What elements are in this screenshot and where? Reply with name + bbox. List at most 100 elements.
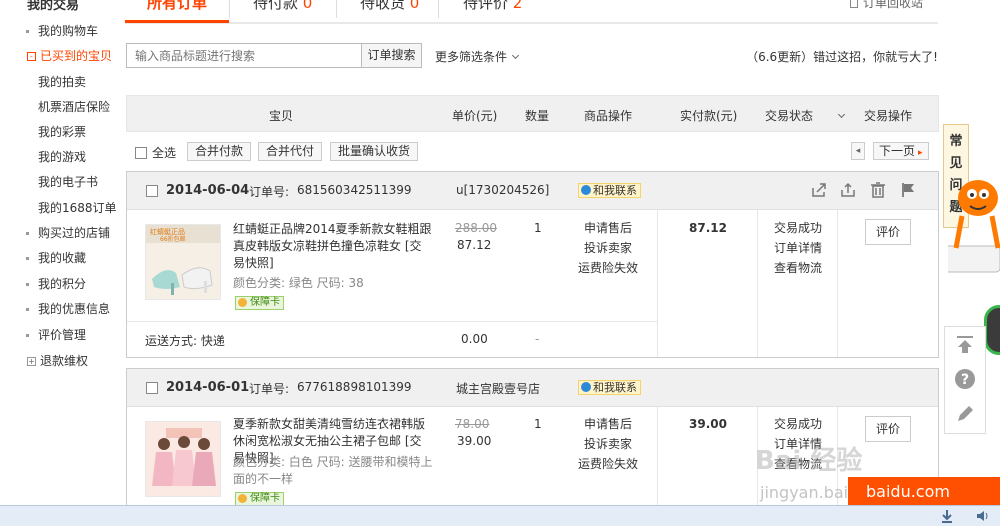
sidebar-item-label: 评价管理 <box>38 328 87 342</box>
sidebar-item-games[interactable]: 我的游戏 <box>38 148 86 165</box>
review-button[interactable]: 评价 <box>865 219 911 245</box>
tab-divider <box>229 0 230 18</box>
edit-feedback-icon[interactable] <box>953 402 977 426</box>
freight-insurance-link[interactable]: 运费险失效 <box>578 454 638 474</box>
update-notice-link[interactable]: （6.6更新）错过这招，你就亏大了! <box>746 48 938 65</box>
sidebar-item-auction[interactable]: 我的拍卖 <box>38 73 86 90</box>
order-card: 2014-06-04 订单号: 681560342511399 u[173020… <box>126 171 939 358</box>
sidebar-item-label: 我的优惠信息 <box>38 302 111 316</box>
logistics-link[interactable]: 查看物流 <box>774 258 822 278</box>
order-date: 2014-06-01 <box>166 380 250 395</box>
sidebar-item-label: 已买到的宝贝 <box>40 49 113 63</box>
order-search-input[interactable] <box>126 43 362 68</box>
tab-pending-receipt[interactable]: 待收货 0 <box>360 0 419 13</box>
divider <box>127 321 657 322</box>
product-image[interactable]: 红蜻蜓正品 66折包邮 <box>145 224 221 300</box>
sidebar-item-1688[interactable]: 我的1688订单 <box>38 199 117 216</box>
status-text: 交易成功 <box>774 221 823 235</box>
mascot-icon[interactable] <box>943 168 1000 276</box>
unit-price: 39.00 <box>457 434 492 448</box>
pager-prev-button[interactable]: ◂ <box>851 142 865 160</box>
quantity: 1 <box>534 221 542 235</box>
sidebar: 我的交易 我的购物车 - 已买到的宝贝 我的拍卖 机票酒店保险 我的彩票 我的游戏… <box>0 0 118 526</box>
merge-proxy-pay-button[interactable]: 合并代付 <box>258 142 323 161</box>
review-button[interactable]: 评价 <box>865 416 911 442</box>
order-number: 677618898101399 <box>297 380 412 394</box>
product-image[interactable] <box>145 421 221 497</box>
col-actions: 交易操作 <box>864 109 913 123</box>
sidebar-item-label: 退款维权 <box>40 354 89 368</box>
bullet-icon <box>26 232 29 235</box>
col-paid: 实付款(元) <box>680 109 738 123</box>
tab-count: 0 <box>302 0 313 12</box>
sidebar-title: 我的交易 <box>27 0 80 13</box>
speaker-icon[interactable] <box>976 509 990 523</box>
order-status: 交易成功 订单详情 查看物流 <box>774 218 822 278</box>
recycle-bin-link[interactable]: 订单回收站 <box>849 0 923 11</box>
download-arrow-icon[interactable] <box>940 509 954 523</box>
sidebar-item-label: 我的彩票 <box>38 125 87 139</box>
delete-icon[interactable] <box>870 182 886 198</box>
bullet-icon <box>26 334 29 337</box>
pager-next-button[interactable]: 下一页 ▸ <box>873 142 929 160</box>
order-checkbox[interactable] <box>146 382 158 394</box>
more-filters-toggle[interactable]: 更多筛选条件 <box>435 48 520 65</box>
bullet-icon <box>26 30 29 33</box>
chevron-down-icon <box>837 110 846 119</box>
freight-insurance-link[interactable]: 运费险失效 <box>578 258 638 278</box>
sidebar-item-favorites[interactable]: 我的收藏 <box>26 249 86 266</box>
sidebar-item-lottery[interactable]: 我的彩票 <box>38 123 86 140</box>
shipping-method: 运送方式: 快递 <box>145 334 225 348</box>
sidebar-item-refunds[interactable]: + 退款维权 <box>27 352 88 369</box>
guarantee-badge[interactable]: 保障卡 <box>235 296 284 310</box>
back-to-top-icon[interactable] <box>953 332 977 356</box>
expand-icon[interactable]: + <box>27 357 36 366</box>
flag-icon[interactable] <box>900 182 916 198</box>
export-icon[interactable] <box>840 182 856 198</box>
contact-seller-button[interactable]: 和我联系 <box>578 183 641 198</box>
order-date: 2014-06-04 <box>166 183 250 198</box>
sidebar-item-reviews[interactable]: 评价管理 <box>26 326 87 343</box>
merge-pay-button[interactable]: 合并付款 <box>187 142 252 161</box>
unit-price: 87.12 <box>457 238 492 252</box>
sidebar-item-points[interactable]: 我的积分 <box>26 275 86 292</box>
order-number: 681560342511399 <box>297 183 412 197</box>
sidebar-item-ebooks[interactable]: 我的电子书 <box>38 173 98 190</box>
contact-seller-button[interactable]: 和我联系 <box>578 380 641 395</box>
complain-link[interactable]: 投诉卖家 <box>578 434 638 454</box>
product-title-link[interactable]: 红蜻蜓正品牌2014夏季新款女鞋粗跟真皮韩版女凉鞋拼色撞色凉鞋女 [交易快照] <box>233 221 433 272</box>
tab-divider <box>336 0 337 18</box>
order-header: 2014-06-01 订单号: 677618898101399 城主宫殿壹号店 … <box>127 369 938 407</box>
sidebar-item-label: 我的电子书 <box>38 175 99 189</box>
tab-pending-review[interactable]: 待评价 2 <box>463 0 522 13</box>
shop-name-link[interactable]: 城主宫殿壹号店 <box>456 380 540 397</box>
select-all-checkbox[interactable] <box>135 146 147 159</box>
amount-paid: 87.12 <box>689 221 727 235</box>
share-icon[interactable] <box>811 182 827 198</box>
after-sale-link[interactable]: 申请售后 <box>578 218 638 238</box>
collapse-icon[interactable]: - <box>27 52 36 61</box>
select-all[interactable]: 全选 <box>135 144 176 161</box>
guarantee-badge[interactable]: 保障卡 <box>235 492 284 506</box>
float-toolbar: ? <box>944 326 986 434</box>
tab-all-orders[interactable]: 所有订单 <box>147 0 207 13</box>
tab-pending-payment[interactable]: 待付款 0 <box>253 0 312 13</box>
sidebar-item-travel[interactable]: 机票酒店保险 <box>38 98 110 115</box>
sidebar-item-bought[interactable]: - 已买到的宝贝 <box>27 47 112 64</box>
side-widget-handle[interactable] <box>984 305 1000 355</box>
sidebar-item-shops[interactable]: 购买过的店铺 <box>26 224 110 241</box>
after-sale-link[interactable]: 申请售后 <box>578 414 638 434</box>
help-icon[interactable]: ? <box>953 367 977 391</box>
shop-name-link[interactable]: u[1730204526] <box>456 183 549 197</box>
sidebar-item-coupons[interactable]: 我的优惠信息 <box>26 300 111 317</box>
order-number-label: 订单号: <box>249 185 290 199</box>
col-status[interactable]: 交易状态 <box>765 107 846 124</box>
order-checkbox[interactable] <box>146 185 158 197</box>
order-tools <box>801 182 916 198</box>
complain-link[interactable]: 投诉卖家 <box>578 238 638 258</box>
order-detail-link[interactable]: 订单详情 <box>774 238 822 258</box>
item-operations: 申请售后 投诉卖家 运费险失效 <box>578 414 638 474</box>
batch-confirm-button[interactable]: 批量确认收货 <box>330 142 419 161</box>
sidebar-item-cart[interactable]: 我的购物车 <box>26 22 98 39</box>
order-search-button[interactable]: 订单搜索 <box>361 43 422 68</box>
